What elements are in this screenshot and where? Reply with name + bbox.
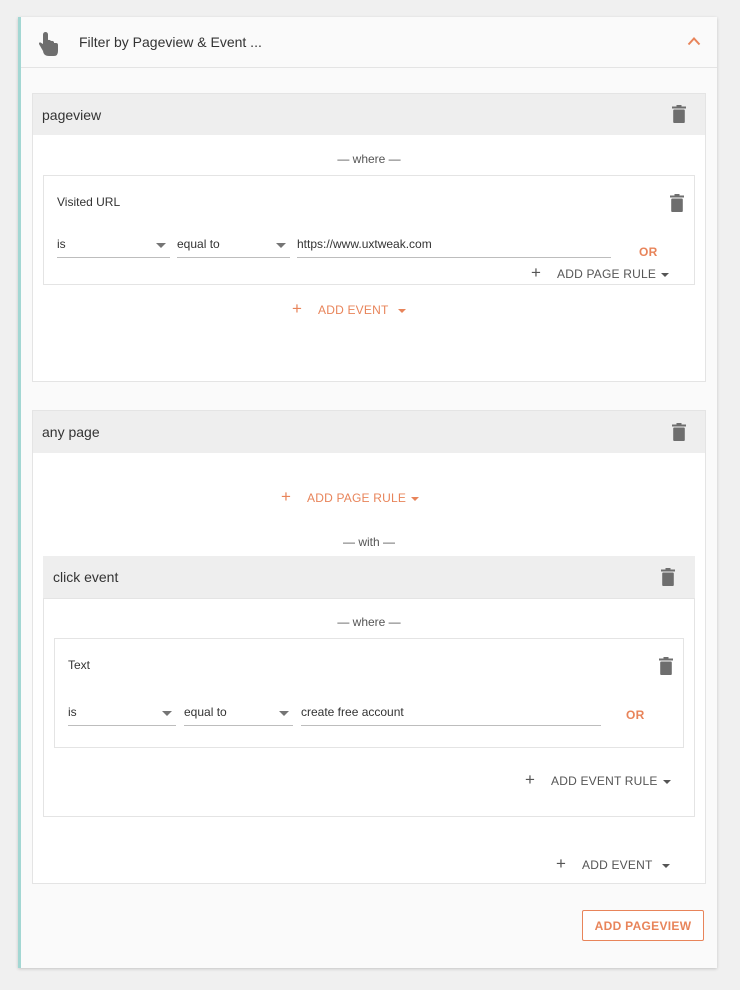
plus-icon: +	[525, 770, 535, 789]
chevron-up-icon[interactable]	[687, 36, 701, 46]
add-event-button[interactable]: + ADD EVENT	[292, 299, 410, 321]
comparison-select[interactable]: equal to	[177, 234, 290, 258]
plus-icon: +	[531, 263, 541, 282]
caret-down-icon	[276, 243, 286, 248]
add-page-rule-button[interactable]: + ADD PAGE RULE	[531, 263, 671, 285]
caret-down-icon	[662, 864, 670, 868]
url-value-input[interactable]	[297, 234, 611, 258]
caret-down-icon	[663, 780, 671, 784]
trash-icon[interactable]	[672, 105, 686, 123]
trash-icon[interactable]	[670, 194, 684, 212]
add-page-rule-button[interactable]: + ADD PAGE RULE	[281, 487, 421, 509]
caret-down-icon	[162, 711, 172, 716]
pageview-header-bar: any page	[33, 411, 705, 453]
event-body: — where — Text is equal to OR	[43, 598, 695, 817]
event-title: click event	[53, 569, 119, 585]
caret-down-icon	[411, 497, 419, 501]
operator-select[interactable]: is	[68, 702, 176, 726]
filter-title: Filter by Pageview & Event ...	[79, 34, 262, 50]
text-value-input[interactable]	[301, 702, 601, 726]
event-rule: Text is equal to OR	[54, 638, 684, 748]
plus-icon: +	[292, 299, 302, 318]
rule-label: Visited URL	[57, 195, 121, 209]
where-separator: — where —	[337, 152, 401, 166]
trash-icon[interactable]	[661, 568, 675, 586]
add-pageview-button[interactable]: ADD PAGEVIEW	[582, 910, 704, 941]
or-button[interactable]: OR	[626, 708, 645, 722]
filter-header[interactable]: Filter by Pageview & Event ...	[21, 17, 717, 68]
with-separator: — with —	[342, 535, 395, 549]
filter-panel: Filter by Pageview & Event ... pageview …	[18, 17, 717, 968]
add-event-button[interactable]: + ADD EVENT	[556, 854, 672, 876]
operator-select[interactable]: is	[57, 234, 170, 258]
caret-down-icon	[156, 243, 166, 248]
caret-down-icon	[398, 309, 406, 313]
touch-hand-icon	[39, 32, 58, 56]
pageview-block-2: any page + ADD PAGE RULE — with — click …	[32, 410, 706, 884]
caret-down-icon	[661, 273, 669, 277]
comparison-select[interactable]: equal to	[184, 702, 293, 726]
operator-value: is	[68, 705, 77, 719]
trash-icon[interactable]	[659, 657, 673, 675]
add-event-rule-button[interactable]: + ADD EVENT RULE	[525, 770, 671, 792]
pageview-header-bar: pageview	[33, 94, 705, 135]
pageview-title: any page	[42, 424, 100, 440]
comparison-value: equal to	[177, 237, 220, 251]
plus-icon: +	[556, 854, 566, 873]
plus-icon: +	[281, 487, 291, 506]
pageview-title: pageview	[42, 107, 102, 123]
or-button[interactable]: OR	[639, 245, 658, 259]
caret-down-icon	[279, 711, 289, 716]
rule-label: Text	[68, 658, 91, 672]
event-header-bar: click event	[43, 556, 695, 598]
pageview-block-1: pageview — where — Visited URL is equal …	[32, 93, 706, 382]
where-separator: — where —	[337, 615, 401, 629]
trash-icon[interactable]	[672, 423, 686, 441]
operator-value: is	[57, 237, 66, 251]
comparison-value: equal to	[184, 705, 227, 719]
